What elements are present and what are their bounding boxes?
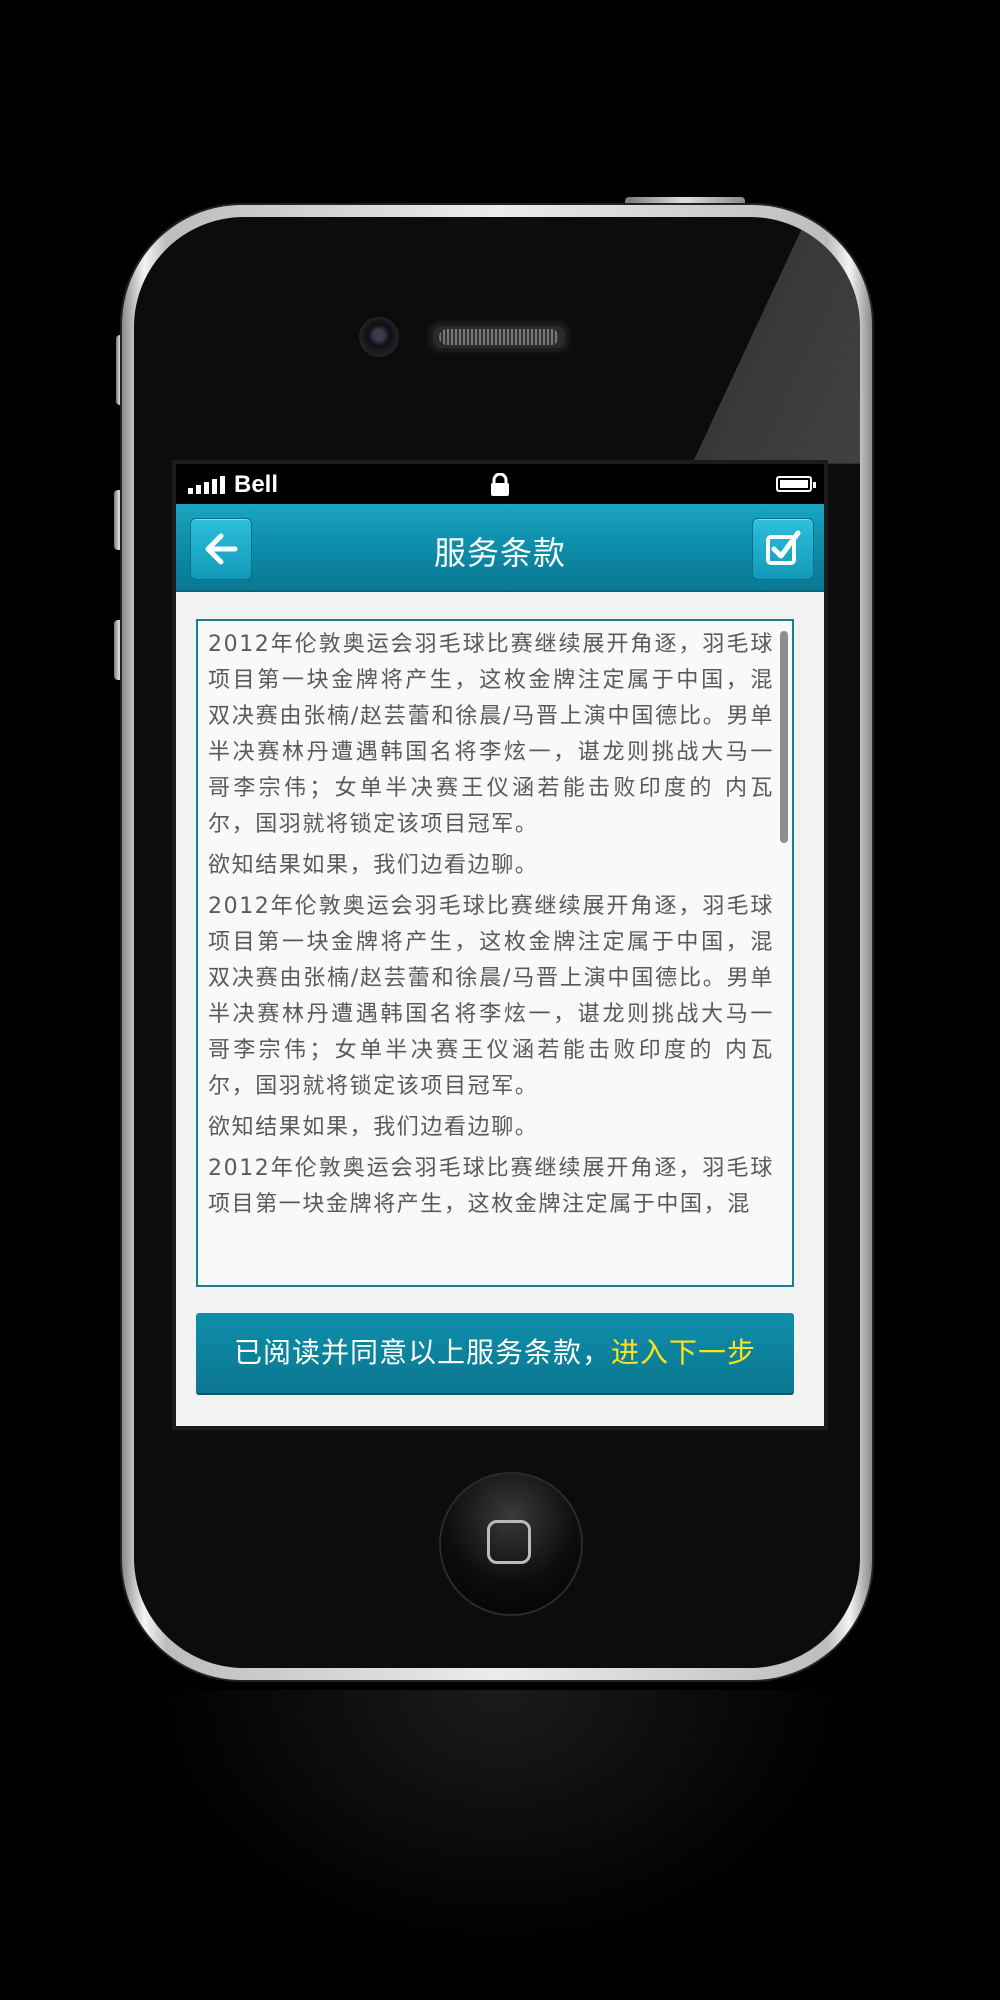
phone-reflection <box>150 1690 850 1950</box>
status-bar: Bell <box>176 464 824 504</box>
terms-scrollbar[interactable] <box>780 631 788 843</box>
terms-paragraph: 2012年伦敦奥运会羽毛球比赛继续展开角逐，羽毛球项目第一块金牌将产生，这枚金牌… <box>208 1156 774 1217</box>
agree-next-button[interactable]: 已阅读并同意以上服务条款，进入下一步 <box>196 1313 794 1393</box>
next-step-link: 进入下一步 <box>611 1336 757 1369</box>
terms-paragraph: 2012年伦敦奥运会羽毛球比赛继续展开角逐，羽毛球项目第一块金牌将产生，这枚金牌… <box>208 894 774 1099</box>
nav-header: 服务条款 <box>176 504 824 592</box>
agree-text: 已阅读并同意以上服务条款， <box>233 1336 611 1369</box>
terms-paragraph: 欲知结果如果，我们边看边聊。 <box>208 1115 539 1140</box>
terms-text-box[interactable]: 2012年伦敦奥运会羽毛球比赛继续展开角逐，羽毛球项目第一块金牌将产生，这枚金牌… <box>196 619 794 1287</box>
terms-paragraph: 2012年伦敦奥运会羽毛球比赛继续展开角逐，羽毛球项目第一块金牌将产生，这枚金牌… <box>208 632 774 837</box>
lock-icon <box>491 473 509 496</box>
page-title: 服务条款 <box>433 534 566 572</box>
carrier-name: Bell <box>234 471 279 498</box>
battery-icon <box>776 476 816 492</box>
front-camera <box>359 317 399 357</box>
app-screen: Bell 服务条款 2012年伦敦奥运会羽毛球比赛继续展开角逐，羽毛球项目第一块… <box>172 460 828 1430</box>
confirm-button[interactable] <box>752 518 814 580</box>
home-button[interactable] <box>439 1472 583 1616</box>
checkbox-check-icon <box>766 530 801 565</box>
terms-paragraph: 欲知结果如果，我们边看边聊。 <box>208 853 539 878</box>
signal-icon <box>188 476 225 494</box>
earpiece-speaker <box>426 319 572 355</box>
home-square-icon <box>487 1520 531 1564</box>
